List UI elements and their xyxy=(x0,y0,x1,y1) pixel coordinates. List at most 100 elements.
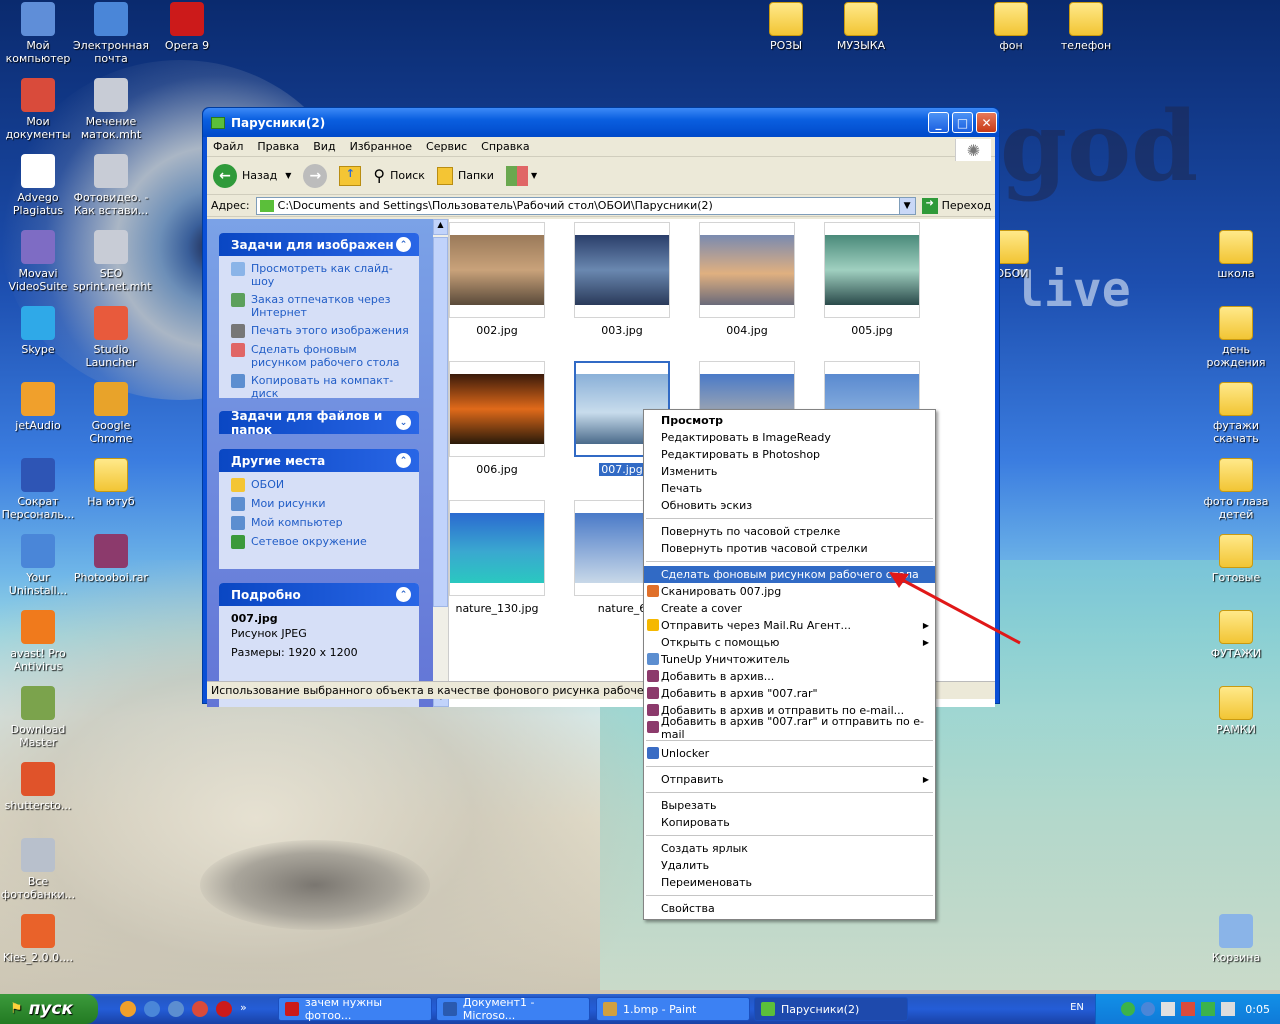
context-menu-item[interactable]: Добавить в архив "007.rar" и отправить п… xyxy=(644,715,935,741)
minimize-button[interactable]: _ xyxy=(928,112,949,133)
menu-5[interactable]: Справка xyxy=(481,140,529,153)
title-bar[interactable]: Парусники(2) _ □ ✕ xyxy=(203,108,999,137)
desktop-shortcut-6[interactable]: Сократ Персональ... xyxy=(0,458,76,521)
clock[interactable]: 0:05 xyxy=(1245,1003,1270,1016)
maximize-button[interactable]: □ xyxy=(952,112,973,133)
tray-icon[interactable] xyxy=(1201,1002,1216,1016)
desktop-shortcut-7[interactable]: Your Uninstall... xyxy=(0,534,76,597)
browser-icon[interactable] xyxy=(168,1001,184,1017)
desktop-folder-top-1[interactable]: РОЗЫ xyxy=(748,2,824,52)
image-task-item[interactable]: Просмотреть как слайд-шоу xyxy=(231,262,411,288)
context-menu-item[interactable]: Редактировать в ImageReady xyxy=(644,429,935,446)
tray-icon[interactable] xyxy=(1121,1002,1136,1016)
desktop-folder-top-0[interactable]: Opera 9 xyxy=(149,2,225,52)
chevron-right-icon[interactable]: » xyxy=(240,1001,247,1017)
other-places-header[interactable]: Другие места ⌃ xyxy=(219,449,419,472)
tray-icon[interactable] xyxy=(1161,1002,1176,1016)
file-thumbnail[interactable]: 002.jpg xyxy=(449,222,545,337)
file-tasks-header[interactable]: Задачи для файлов и папок ⌄ xyxy=(219,409,419,437)
file-thumbnail[interactable]: 005.jpg xyxy=(824,222,920,337)
desktop-folder-top-3[interactable]: фон xyxy=(973,2,1049,52)
desktop-shortcut-b6[interactable]: На ютуб xyxy=(73,458,149,508)
desktop-folder-right-3[interactable]: фото глаза детей xyxy=(1198,458,1274,521)
close-button[interactable]: ✕ xyxy=(976,112,997,133)
taskbar-button[interactable]: 1.bmp - Paint xyxy=(596,997,750,1021)
context-menu-item[interactable]: Удалить xyxy=(644,857,935,874)
language-indicator[interactable]: EN xyxy=(1067,1002,1087,1018)
context-menu-item[interactable]: Просмотр xyxy=(644,412,935,429)
desktop-shortcut-b0[interactable]: Электронная почта xyxy=(73,2,149,65)
place-link[interactable]: Сетевое окружение xyxy=(231,535,411,549)
menu-1[interactable]: Правка xyxy=(257,140,299,153)
desktop-shortcut-8[interactable]: avast! Pro Antivirus xyxy=(0,610,76,673)
desktop-shortcut-0[interactable]: Мой компьютер xyxy=(0,2,76,65)
menu-0[interactable]: Файл xyxy=(213,140,243,153)
desktop-folder-top-4[interactable]: телефон xyxy=(1048,2,1124,52)
go-button[interactable]: Переход xyxy=(942,199,992,212)
image-task-item[interactable]: Заказ отпечатков через Интернет xyxy=(231,293,411,319)
desktop-shortcut-3[interactable]: Movavi VideoSuite xyxy=(0,230,76,293)
ie-icon[interactable] xyxy=(144,1001,160,1017)
scroll-up-icon[interactable]: ▲ xyxy=(433,219,448,235)
desktop-shortcut-5[interactable]: jetAudio xyxy=(0,382,76,432)
expand-chevron-icon[interactable]: ⌄ xyxy=(396,415,411,430)
file-thumbnail[interactable]: 006.jpg xyxy=(449,361,545,476)
context-menu[interactable]: Просмотр Редактировать в ImageReady Редакт… xyxy=(643,409,936,920)
menu-3[interactable]: Избранное xyxy=(350,140,412,153)
views-button[interactable]: ▼ xyxy=(505,165,537,186)
context-menu-item[interactable]: Копировать xyxy=(644,814,935,831)
file-thumbnail[interactable]: nature_130.jpg xyxy=(449,500,545,615)
context-menu-item[interactable]: Создать ярлык xyxy=(644,840,935,857)
context-menu-item[interactable]: Отправить ▶ xyxy=(644,771,935,788)
volume-icon[interactable] xyxy=(1221,1002,1236,1016)
context-menu-item[interactable]: Повернуть против часовой стрелки xyxy=(644,540,935,557)
up-folder-button[interactable]: ↑ xyxy=(339,165,362,186)
desktop-shortcut-b4[interactable]: Studio Launcher xyxy=(73,306,149,369)
start-button[interactable]: ⚑ пуск xyxy=(0,994,98,1024)
desktop-folder-right-6[interactable]: РАМКИ xyxy=(1198,686,1274,736)
media-icon[interactable] xyxy=(192,1001,208,1017)
go-arrow-icon[interactable]: ➜ xyxy=(921,197,938,214)
context-menu-item[interactable]: Unlocker xyxy=(644,745,935,762)
chevron-down-icon[interactable]: ▼ xyxy=(898,197,915,214)
context-menu-item[interactable]: Добавить в архив "007.rar" xyxy=(644,685,935,702)
tray-icon[interactable] xyxy=(1181,1002,1196,1016)
desktop-shortcut-11[interactable]: Все фотобанки... xyxy=(0,838,76,901)
collapse-chevron-icon[interactable]: ⌃ xyxy=(396,587,411,602)
folders-button[interactable]: Папки xyxy=(436,166,494,185)
forward-button[interactable]: → xyxy=(303,163,328,188)
taskbar-button[interactable]: зачем нужны фотоо... xyxy=(278,996,432,1022)
search-button[interactable]: ⚲ Поиск xyxy=(373,166,425,185)
opera-icon[interactable] xyxy=(216,1001,232,1017)
image-task-item[interactable]: Копировать на компакт-диск xyxy=(231,374,411,400)
file-thumbnail[interactable]: 003.jpg xyxy=(574,222,670,337)
recycle-bin[interactable]: Корзина xyxy=(1198,914,1274,964)
image-tasks-header[interactable]: Задачи для изображен ⌃ xyxy=(219,233,419,256)
place-link[interactable]: Мои рисунки xyxy=(231,497,411,511)
context-menu-item[interactable]: Изменить xyxy=(644,463,935,480)
desktop-shortcut-9[interactable]: Download Master xyxy=(0,686,76,749)
scroll-thumb[interactable] xyxy=(433,237,448,607)
desktop-shortcut-12[interactable]: Kies_2.0.0.... xyxy=(0,914,76,964)
collapse-chevron-icon[interactable]: ⌃ xyxy=(396,237,411,252)
context-menu-item[interactable]: Вырезать xyxy=(644,797,935,814)
context-menu-item[interactable]: Печать xyxy=(644,480,935,497)
desktop-folder-top-2[interactable]: МУЗЫКА xyxy=(823,2,899,52)
desktop-shortcut-b1[interactable]: Мечение маток.mht xyxy=(73,78,149,141)
file-thumbnail[interactable]: 004.jpg xyxy=(699,222,795,337)
context-menu-item[interactable]: Повернуть по часовой стрелке xyxy=(644,523,935,540)
desktop-folder-right-1[interactable]: день рождения xyxy=(1198,306,1274,369)
collapse-chevron-icon[interactable]: ⌃ xyxy=(396,453,411,468)
image-task-item[interactable]: Печать этого изображения xyxy=(231,324,411,338)
desktop-shortcut-b7[interactable]: Photooboi.rar xyxy=(73,534,149,584)
address-input[interactable]: C:\Documents and Settings\Пользователь\Р… xyxy=(255,196,916,215)
tray-icon[interactable] xyxy=(1141,1002,1156,1016)
details-header[interactable]: Подробно ⌃ xyxy=(219,583,419,606)
place-link[interactable]: ОБОИ xyxy=(231,478,411,492)
context-menu-item[interactable]: Редактировать в Photoshop xyxy=(644,446,935,463)
desktop-shortcut-b3[interactable]: SEO sprint.net.mht xyxy=(73,230,152,293)
back-button[interactable]: ← Назад ▼ xyxy=(213,163,291,188)
context-menu-item[interactable]: Переименовать xyxy=(644,874,935,891)
desktop-folder-right-0[interactable]: школа xyxy=(1198,230,1274,280)
scrollbar[interactable]: ▲ ▼ xyxy=(433,219,449,707)
